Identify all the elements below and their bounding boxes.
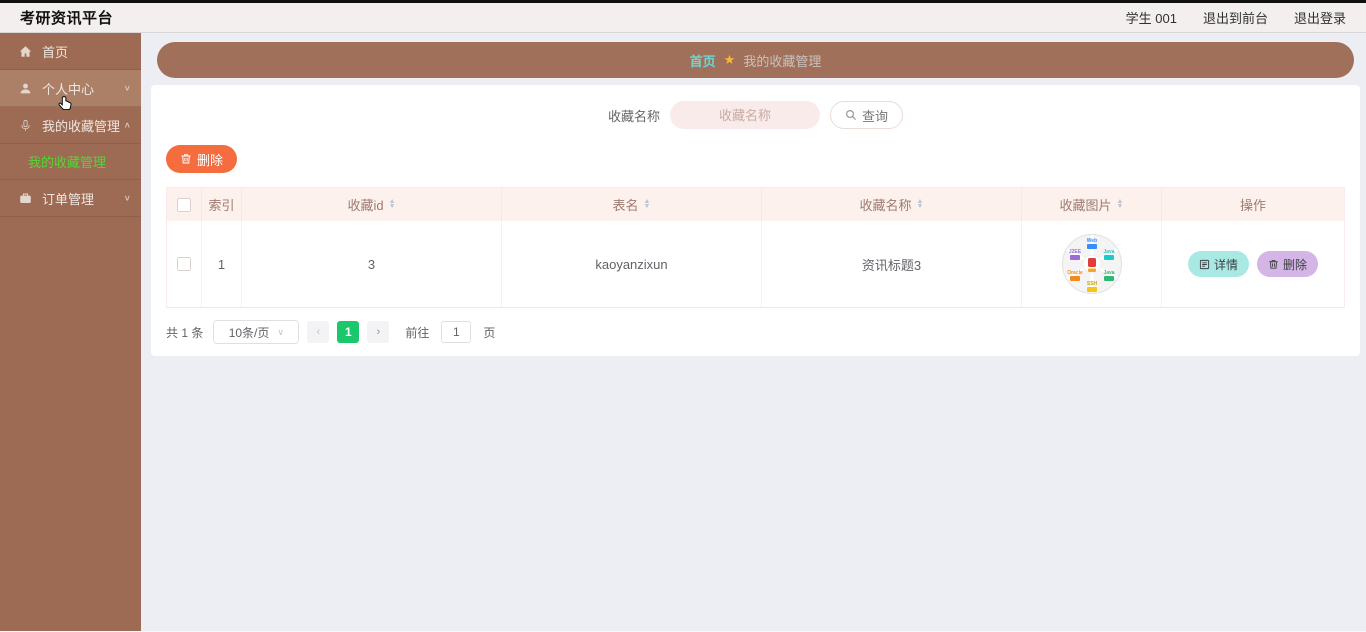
cell-index: 1 xyxy=(202,221,242,307)
sidebar-subitem-label: 我的收藏管理 xyxy=(28,155,107,170)
query-button-label: 查询 xyxy=(862,108,889,124)
query-button[interactable]: 查询 xyxy=(830,101,904,129)
svg-text:Java: Java xyxy=(1103,270,1114,276)
sidebar-item-label: 订单管理 xyxy=(42,191,95,207)
cell-favorite-name: 资讯标题3 xyxy=(762,221,1022,307)
user-icon xyxy=(18,81,33,96)
svg-text:SSH: SSH xyxy=(1086,281,1097,287)
breadcrumb-home-link[interactable]: 首页 xyxy=(690,51,716,70)
search-label: 收藏名称 xyxy=(607,108,660,124)
col-header-index: 索引 xyxy=(202,188,242,221)
svg-text:J2EE: J2EE xyxy=(1068,249,1081,255)
breadcrumb: 首页 ★ 我的收藏管理 xyxy=(157,42,1354,78)
cell-operations: 详情 删除 xyxy=(1162,221,1344,307)
col-header-operation: 操作 xyxy=(1239,198,1266,213)
row-delete-button[interactable]: 删除 xyxy=(1257,251,1319,277)
goto-page-input[interactable] xyxy=(441,321,472,343)
trash-icon xyxy=(1269,259,1278,269)
sidebar-item-label: 首页 xyxy=(42,44,69,60)
sidebar-item-personal-center[interactable]: 个人中心 ∨ xyxy=(0,70,141,107)
col-header-table-name[interactable]: 表名 ▲ ▼ xyxy=(502,188,762,221)
svg-text:Web: Web xyxy=(1086,238,1096,244)
cell-favorite-id: 3 xyxy=(242,221,502,307)
sidebar-item-label: 我的收藏管理 xyxy=(42,118,121,134)
goto-label: 前往 xyxy=(405,325,430,340)
sidebar-item-home[interactable]: 首页 xyxy=(0,33,141,70)
col-header-favorite-id[interactable]: 收藏id ▲ ▼ xyxy=(242,188,502,221)
mic-icon xyxy=(18,118,33,133)
breadcrumb-current: 我的收藏管理 xyxy=(743,53,822,69)
table-header-row: 索引 收藏id ▲ ▼ 表名 ▲ ▼ 收藏名称 ▲ ▼ 收藏图片 ▲ ▼ 操作 xyxy=(167,188,1344,221)
prev-page-button[interactable]: ‹ xyxy=(307,321,330,343)
col-header-favorite-name[interactable]: 收藏名称 ▲ ▼ xyxy=(762,188,1022,221)
user-label: 学生 001 xyxy=(1125,11,1177,26)
col-header-favorite-image[interactable]: 收藏图片 ▲ ▼ xyxy=(1022,188,1162,221)
sort-icon[interactable]: ▲ ▼ xyxy=(644,198,651,210)
favorites-table: 索引 收藏id ▲ ▼ 表名 ▲ ▼ 收藏名称 ▲ ▼ 收藏图片 ▲ ▼ 操作 … xyxy=(166,187,1345,308)
chevron-up-icon: ∧ xyxy=(123,120,131,130)
sidebar: 首页 个人中心 ∨ 我的收藏管理 ∧ 我的收藏管理 订单管理 ∨ xyxy=(0,33,141,631)
bulk-delete-label: 删除 xyxy=(197,152,224,168)
home-icon xyxy=(18,44,33,59)
pagination-total: 共 1 条 xyxy=(166,325,204,340)
exit-front-link[interactable]: 退出到前台 xyxy=(1203,8,1268,27)
search-input[interactable] xyxy=(670,101,820,129)
table-row: 1 3 kaoyanzixun 资讯标题3 Web Java Java SSH … xyxy=(167,221,1344,308)
app-title: 考研资讯平台 xyxy=(20,10,114,27)
svg-text:Oracle: Oracle xyxy=(1067,270,1083,276)
page-unit-label: 页 xyxy=(483,325,496,340)
page-size-select[interactable]: 10条/页 ∨ xyxy=(213,320,300,344)
sort-icon[interactable]: ▲ ▼ xyxy=(917,198,924,210)
star-icon: ★ xyxy=(723,52,736,67)
row-checkbox[interactable] xyxy=(177,257,191,271)
logout-link[interactable]: 退出登录 xyxy=(1294,8,1346,27)
search-row: 收藏名称 查询 xyxy=(166,95,1345,135)
search-icon xyxy=(845,109,857,121)
chevron-down-icon: ∨ xyxy=(123,193,131,203)
chevron-down-icon: ∨ xyxy=(277,326,284,337)
sidebar-item-order-management[interactable]: 订单管理 ∨ xyxy=(0,180,141,217)
select-all-checkbox[interactable] xyxy=(177,197,191,212)
cell-table-name: kaoyanzixun xyxy=(502,221,762,307)
next-page-button[interactable]: › xyxy=(367,321,390,343)
row-delete-button-label: 删除 xyxy=(1283,257,1308,272)
sidebar-item-label: 个人中心 xyxy=(42,81,95,97)
detail-button[interactable]: 详情 xyxy=(1187,251,1249,277)
sort-icon[interactable]: ▲ ▼ xyxy=(1117,198,1124,210)
page-number-button[interactable]: 1 xyxy=(337,321,360,343)
trash-icon xyxy=(181,154,191,164)
content-panel: 收藏名称 查询 删除 索引 收藏id ▲▼ xyxy=(151,85,1360,356)
sidebar-subitem-my-favorites[interactable]: 我的收藏管理 xyxy=(0,144,141,180)
document-icon xyxy=(1199,259,1210,269)
svg-text:Java: Java xyxy=(1103,249,1114,255)
bulk-delete-button[interactable]: 删除 xyxy=(166,145,238,173)
main-area: 首页 ★ 我的收藏管理 收藏名称 查询 删除 索引 xyxy=(141,33,1366,631)
page-size-value: 10条/页 xyxy=(228,325,270,340)
topbar: 考研资讯平台 学生 001 退出到前台 退出登录 xyxy=(0,3,1366,33)
detail-button-label: 详情 xyxy=(1213,257,1238,272)
pagination: 共 1 条 10条/页 ∨ ‹ 1 › 前往 页 xyxy=(166,320,1345,344)
tech-wheel-image: Web Java Java SSH Oracle J2EE xyxy=(1061,234,1122,294)
briefcase-icon xyxy=(18,191,33,206)
sidebar-item-favorites-management[interactable]: 我的收藏管理 ∧ xyxy=(0,107,141,144)
sort-icon[interactable]: ▲ ▼ xyxy=(389,198,396,210)
chevron-down-icon: ∨ xyxy=(123,83,131,93)
